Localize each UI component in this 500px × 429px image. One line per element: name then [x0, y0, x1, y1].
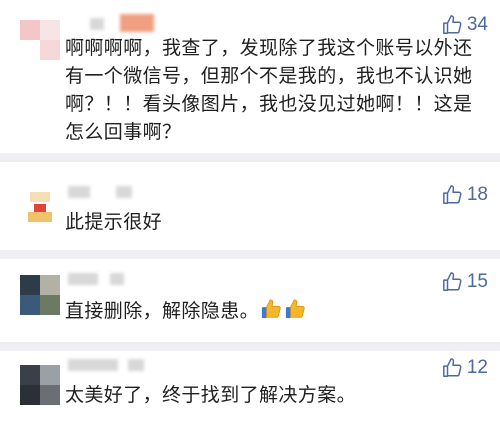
username-blurred	[68, 273, 98, 285]
divider	[0, 153, 500, 162]
username-blurred	[116, 186, 132, 198]
username-blurred	[90, 18, 104, 30]
thumbs-up-outline-icon	[442, 15, 462, 34]
like-count: 15	[466, 271, 488, 292]
username-blurred	[68, 359, 118, 371]
avatar[interactable]	[20, 20, 60, 60]
like-button[interactable]: 15	[442, 271, 488, 293]
comment-item-4: 12 太美好了，终于找到了解决方案。	[0, 351, 500, 429]
username-blurred	[128, 359, 144, 371]
thumbs-up-outline-icon	[442, 185, 462, 204]
username-blurred	[68, 186, 90, 198]
thumbs-up-emoji	[261, 299, 281, 319]
comment-item-1: 34 啊啊啊啊，我查了，发现除了我这个账号以外还有一个微信号，但那个不是我的，我…	[0, 0, 500, 153]
username-blurred	[120, 14, 154, 32]
comment-text: 直接删除，解除隐患。	[65, 297, 482, 325]
avatar[interactable]	[20, 184, 60, 224]
like-count: 34	[466, 14, 488, 35]
comment-text: 啊啊啊啊，我查了，发现除了我这个账号以外还有一个微信号，但那个不是我的，我也不认…	[65, 37, 473, 143]
like-count: 12	[466, 357, 488, 378]
comment-item-3: 15 直接删除，解除隐患。	[0, 259, 500, 342]
thumbs-up-emoji	[285, 299, 305, 319]
thumbs-up-outline-icon	[442, 272, 462, 291]
like-button[interactable]: 18	[442, 184, 488, 206]
avatar[interactable]	[20, 365, 60, 405]
like-button[interactable]: 12	[442, 357, 488, 379]
avatar[interactable]	[20, 275, 60, 315]
thumbs-up-outline-icon	[442, 358, 462, 377]
divider	[0, 250, 500, 259]
like-button[interactable]: 34	[442, 14, 488, 36]
comment-text-content: 直接删除，解除隐患。	[65, 300, 260, 322]
comment-text: 此提示很好	[65, 211, 163, 233]
like-count: 18	[466, 184, 488, 205]
comment-item-2: 18 此提示很好	[0, 162, 500, 250]
username-blurred	[110, 273, 124, 285]
comment-text: 太美好了，终于找到了解决方案。	[65, 384, 357, 406]
divider	[0, 342, 500, 351]
